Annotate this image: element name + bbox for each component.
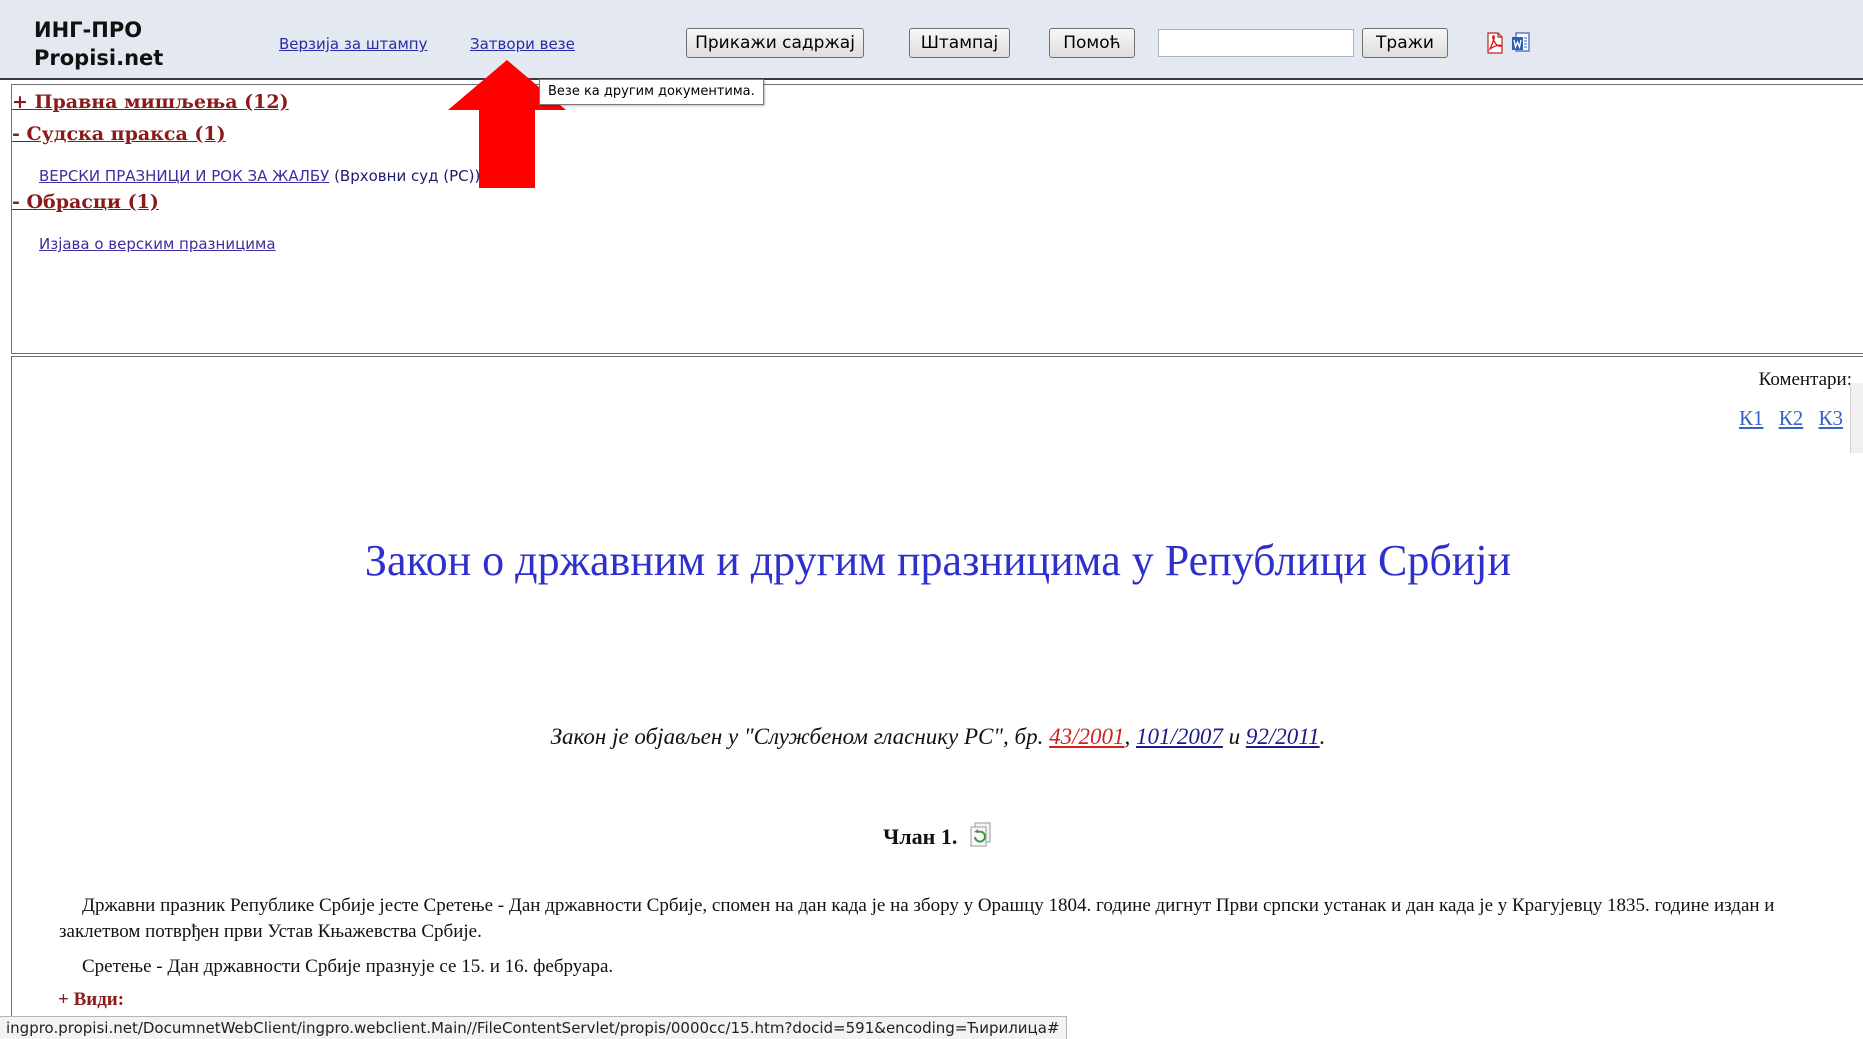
comment-link-k2[interactable]: К2 — [1779, 406, 1804, 430]
list-item: Изјава о верским празницима — [39, 235, 276, 253]
gazette-prefix: Закон је објављен у "Службеном гласнику … — [550, 724, 1050, 749]
print-version-link[interactable]: Верзија за штампу — [279, 35, 427, 53]
gazette-link-101-2007[interactable]: 101/2007 — [1136, 724, 1223, 749]
comments-label: Коментари: — [1758, 369, 1852, 390]
search-button[interactable]: Тражи — [1362, 28, 1448, 58]
word-icon[interactable] — [1511, 32, 1531, 54]
brand-line-2: Propisi.net — [34, 46, 164, 70]
article-paragraph-2: Сретење - Дан државности Србије празнује… — [82, 956, 614, 977]
scrollbar[interactable] — [1850, 383, 1863, 453]
comment-link-k3[interactable]: К3 — [1818, 406, 1843, 430]
document-panel: Коментари: К1 К2 К3 Закон о државним и д… — [11, 356, 1863, 1028]
gazette-separator: и — [1222, 724, 1246, 749]
help-button[interactable]: Помоћ — [1049, 28, 1135, 58]
close-links-link[interactable]: Затвори везе — [470, 35, 575, 53]
article-paragraph-1: Државни празник Републике Србије јесте С… — [59, 895, 1775, 942]
form-link[interactable]: Изјава о верским празницима — [39, 235, 276, 253]
article-heading: Члан 1. — [12, 822, 1863, 850]
print-button[interactable]: Штампај — [909, 28, 1010, 58]
section-case-law[interactable]: - Судска пракса (1) — [12, 123, 226, 145]
history-icon[interactable] — [969, 822, 993, 848]
case-law-link[interactable]: ВЕРСКИ ПРАЗНИЦИ И РОК ЗА ЖАЛБУ — [39, 167, 329, 185]
gazette-end: . — [1319, 724, 1326, 749]
show-contents-button[interactable]: Прикажи садржај — [686, 28, 864, 58]
document-title: Закон о државним и другим празницима у Р… — [364, 536, 1512, 585]
comment-link-k1[interactable]: К1 — [1739, 406, 1764, 430]
article-heading-text: Члан 1. — [883, 824, 958, 849]
gazette-separator: , — [1124, 724, 1137, 749]
section-legal-opinions[interactable]: + Правна мишљења (12) — [12, 91, 289, 113]
section-forms[interactable]: - Обрасци (1) — [12, 191, 159, 213]
status-bar-url: ingpro.propisi.net/DocumnetWebClient/ing… — [0, 1016, 1067, 1039]
gazette-line: Закон је објављен у "Службеном гласнику … — [12, 724, 1863, 750]
see-also-toggle[interactable]: + Види: — [58, 989, 124, 1011]
brand-line-1: ИНГ-ПРО — [34, 18, 143, 42]
brand-logo: ИНГ-ПРО Propisi.net — [34, 16, 163, 72]
links-panel: + Правна мишљења (12) - Судска пракса (1… — [11, 84, 1863, 354]
gazette-link-43-2001[interactable]: 43/2001 — [1049, 724, 1124, 749]
comment-links: К1 К2 К3 — [1729, 406, 1843, 431]
search-input[interactable] — [1158, 29, 1354, 57]
top-toolbar: ИНГ-ПРО Propisi.net Верзија за штампу За… — [0, 0, 1863, 80]
pdf-icon[interactable] — [1485, 32, 1505, 54]
list-item: ВЕРСКИ ПРАЗНИЦИ И РОК ЗА ЖАЛБУ (Врховни … — [39, 167, 480, 185]
tooltip: Везе ка другим документима. — [539, 79, 764, 105]
gazette-link-92-2011[interactable]: 92/2011 — [1246, 724, 1320, 749]
